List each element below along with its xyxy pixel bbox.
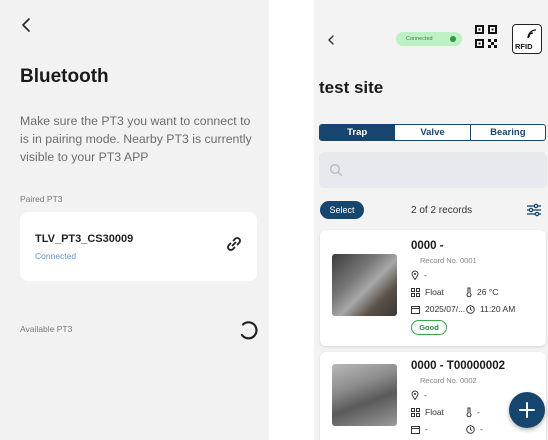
record-number: Record No. 0001 [420,256,477,265]
plus-icon [519,402,535,418]
rfid-scan-icon[interactable]: RFID [512,24,542,54]
tab-bearing[interactable]: Bearing [469,125,545,140]
date-row: 2025/07/... [411,304,465,314]
back-arrow-icon[interactable] [20,16,34,34]
tab-trap[interactable]: Trap [320,125,395,140]
status-badge: Good [411,320,447,335]
search-input[interactable] [319,152,547,188]
clock-icon [466,304,475,314]
equipment-tabs: Trap Valve Bearing [319,124,546,141]
link-icon[interactable] [225,235,243,253]
add-record-button[interactable] [509,392,545,428]
tab-valve[interactable]: Valve [394,125,469,140]
thermometer-icon [466,407,472,417]
date-row: - [411,424,428,434]
calendar-icon [411,305,420,314]
connection-status-text: Connected [406,36,433,42]
rfid-label: RFID [515,42,533,51]
type-value: Float [425,287,444,297]
record-title: 0000 - T00000002 [411,360,505,372]
type-row: Float [411,287,444,297]
available-section-label: Available PT3 [20,324,73,334]
site-screen: Connected RFID test site Trap Valve Bear… [314,0,548,440]
filter-sliders-icon[interactable] [526,203,542,217]
grid-icon [411,407,420,417]
calendar-icon [411,425,420,434]
temperature-row: 26 °C [466,287,498,297]
qr-code-icon[interactable] [474,24,498,52]
clock-icon [466,424,475,434]
paired-section-label: Paired PT3 [20,194,63,204]
location-row: - [411,270,427,280]
location-value: - [424,270,427,280]
grid-icon [411,287,420,297]
location-row: - [411,390,427,400]
equipment-photo [332,364,397,426]
paired-device-card[interactable]: TLV_PT3_CS30009 Connected [20,212,257,281]
time-row: - [466,424,483,434]
date-value: 2025/07/... [425,304,466,314]
records-count: 2 of 2 records [411,205,473,216]
loading-spinner-icon [240,321,258,340]
type-value: Float [425,407,444,417]
location-value: - [424,390,427,400]
site-title: test site [319,78,384,97]
connection-dot-icon [450,36,456,42]
type-row: Float [411,407,444,417]
time-value: 11:20 AM [480,304,516,314]
record-number: Record No. 0002 [420,376,477,385]
record-card[interactable]: 0000 - Record No. 0001 - Float 26 °C 202… [320,230,546,346]
date-value: - [425,424,428,434]
time-row: 11:20 AM [466,304,515,314]
location-pin-icon [411,390,419,400]
pairing-instructions: Make sure the PT3 you want to connect to… [20,114,252,164]
time-value: - [480,424,483,434]
temperature-row: - [466,407,480,417]
select-button[interactable]: Select [320,201,364,219]
connection-status-badge: Connected [396,32,462,46]
page-title: Bluetooth [20,66,109,87]
device-name: TLV_PT3_CS30009 [35,233,134,245]
back-arrow-icon[interactable] [326,34,336,46]
temperature-value: - [477,407,480,417]
device-status: Connected [35,251,77,261]
thermometer-icon [466,287,472,297]
search-icon [330,164,343,177]
bluetooth-screen: Bluetooth Make sure the PT3 you want to … [0,0,269,440]
record-title: 0000 - [411,240,444,252]
equipment-photo [332,254,397,316]
temperature-value: 26 °C [477,287,499,297]
rfid-waves-icon [527,29,537,39]
location-pin-icon [411,270,419,280]
